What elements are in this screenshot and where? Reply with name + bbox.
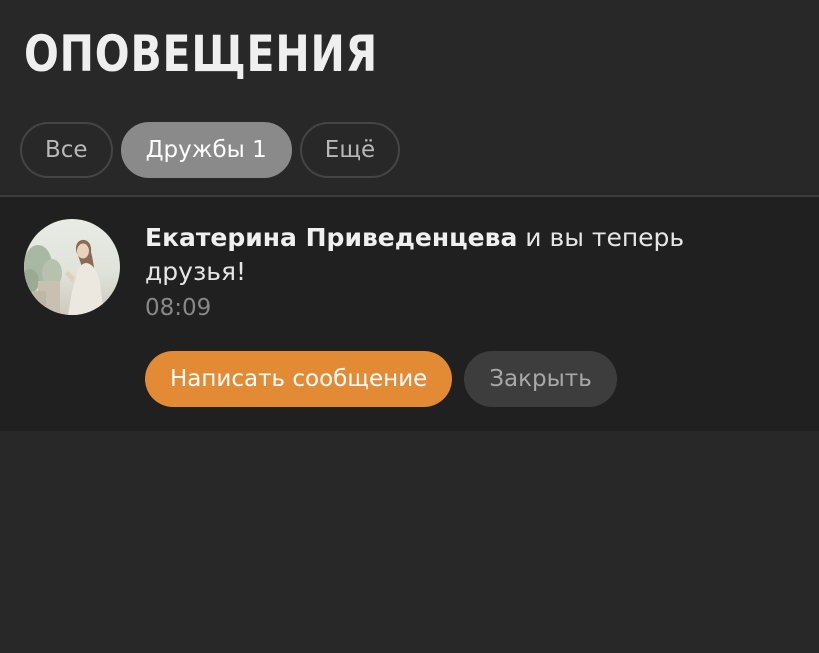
close-button[interactable]: Закрыть — [464, 351, 617, 407]
notification-actions: Написать сообщение Закрыть — [145, 351, 617, 407]
notification-item: Екатерина Приведенцева и вы теперь друзь… — [0, 197, 819, 431]
write-message-button[interactable]: Написать сообщение — [145, 351, 453, 407]
filter-tabs: Все Дружбы 1 Ещё — [20, 122, 401, 178]
user-avatar-photo-icon — [24, 219, 120, 315]
tab-all[interactable]: Все — [20, 122, 113, 178]
user-name-link[interactable]: Екатерина Приведенцева — [145, 223, 517, 252]
notification-text: Екатерина Приведенцева и вы теперь друзь… — [145, 221, 765, 289]
tab-friendships[interactable]: Дружбы 1 — [120, 122, 292, 178]
avatar[interactable] — [24, 219, 120, 315]
page-title: Оповещения — [24, 25, 379, 83]
tab-more[interactable]: Ещё — [299, 122, 401, 178]
notification-time: 08:09 — [145, 295, 212, 321]
